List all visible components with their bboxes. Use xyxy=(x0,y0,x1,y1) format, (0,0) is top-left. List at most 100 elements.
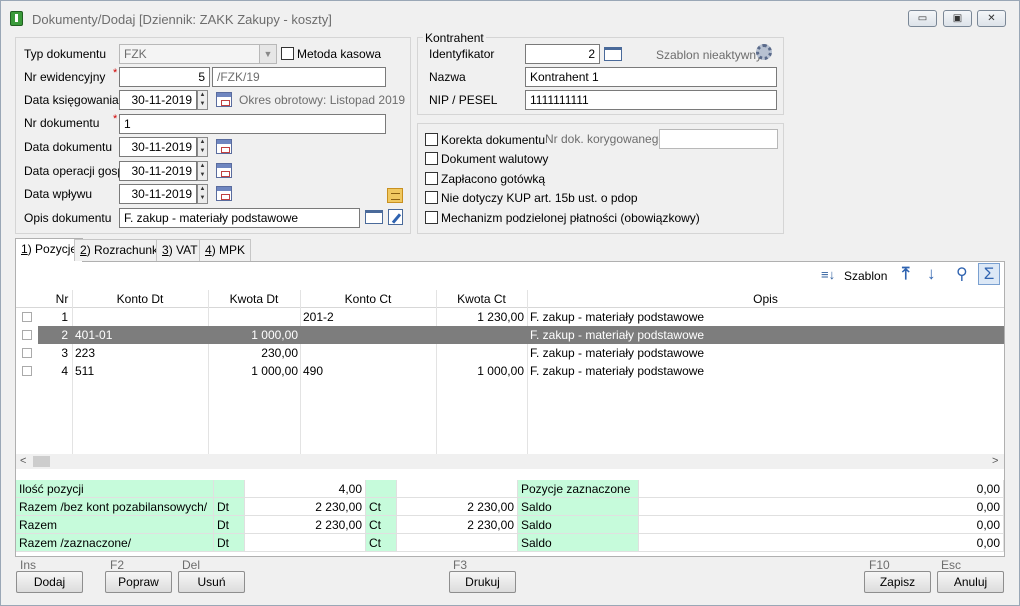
folder-icon[interactable] xyxy=(604,47,622,61)
data-operacji-label: Data operacji gosp. xyxy=(24,164,128,178)
data-ksiegowania-input[interactable]: 30-11-2019 xyxy=(119,90,197,110)
kup-checkbox[interactable] xyxy=(425,191,438,204)
tab-label: ) VAT xyxy=(168,243,198,257)
summary-ct: Ct xyxy=(366,498,397,516)
summary-value2: 0,00 xyxy=(639,480,1004,498)
gotowka-checkbox[interactable] xyxy=(425,172,438,185)
pozycje-grid: Nr Konto Dt Kwota Dt Konto Ct Kwota Ct O… xyxy=(16,290,1004,454)
summary-ct: Ct xyxy=(366,516,397,534)
row-checkbox[interactable] xyxy=(22,348,32,358)
data-dokumentu-spinner[interactable]: ▲ ▼ xyxy=(197,137,208,157)
korekta-checkbox[interactable] xyxy=(425,133,438,146)
horizontal-scrollbar[interactable]: < > xyxy=(16,454,1004,469)
hotkey-del: Del xyxy=(182,558,201,572)
data-dokumentu-input[interactable]: 30-11-2019 xyxy=(119,137,197,157)
popraw-button[interactable]: Popraw xyxy=(105,571,172,593)
list-icon[interactable]: ≡↓ xyxy=(821,267,835,282)
summary-dt-value: 4,00 xyxy=(245,480,366,498)
nr-ewidencyjny-input[interactable]: 5 xyxy=(119,67,210,87)
summary-label: Razem xyxy=(16,516,214,534)
restore-button[interactable]: ▣ xyxy=(943,10,972,27)
scroll-left-icon[interactable]: < xyxy=(20,454,26,469)
calendar-icon[interactable] xyxy=(216,92,232,107)
row-cells: 3 223 230,00 F. zakup - materiały podsta… xyxy=(38,344,1004,362)
window-title: Dokumenty/Dodaj [Dziennik: ZAKK Zakupy -… xyxy=(32,12,332,27)
drukuj-button[interactable]: Drukuj xyxy=(449,571,516,593)
table-row[interactable]: 3 223 230,00 F. zakup - materiały podsta… xyxy=(16,344,1004,362)
summary-label: Razem /bez kont pozabilansowych/ xyxy=(16,498,214,516)
summary-row: Razem /bez kont pozabilansowych/ Dt 2 23… xyxy=(16,498,1004,516)
opis-dokumentu-input[interactable]: F. zakup - materiały podstawowe xyxy=(119,208,360,228)
identyfikator-input[interactable]: 2 xyxy=(525,44,600,64)
row-checkbox[interactable] xyxy=(22,330,32,340)
data-wplywu-label: Data wpływu xyxy=(24,187,93,201)
szablon-button[interactable]: Szablon xyxy=(844,269,887,283)
col-opis[interactable]: Opis xyxy=(527,292,1004,306)
anuluj-button[interactable]: Anuluj xyxy=(937,571,1004,593)
data-ksiegowania-spinner[interactable]: ▲ ▼ xyxy=(197,90,208,110)
summary-row: Razem Dt 2 230,00 Ct 2 230,00 Saldo 0,00 xyxy=(16,516,1004,534)
mpp-checkbox[interactable] xyxy=(425,211,438,224)
tab-rozrachunki[interactable]: 2) Rozrachunki xyxy=(74,239,167,261)
col-kwota-ct[interactable]: Kwota Ct xyxy=(436,292,527,306)
tab-pozycje[interactable]: 1) Pozycje xyxy=(15,238,84,262)
summary-ct xyxy=(366,480,397,498)
chevron-down-icon[interactable]: ▼ xyxy=(259,44,277,64)
gear-icon[interactable] xyxy=(756,44,772,60)
row-checkbox[interactable] xyxy=(22,366,32,376)
tab-mpk[interactable]: 4) MPK xyxy=(199,239,252,261)
scroll-thumb[interactable] xyxy=(33,456,50,467)
scroll-right-icon[interactable]: > xyxy=(992,454,998,469)
nip-pesel-input[interactable]: 1111111111 xyxy=(525,90,777,110)
row-cells: 1 201-2 1 230,00 F. zakup - materiały po… xyxy=(38,308,1004,326)
summary-label2: Saldo xyxy=(518,534,639,552)
summary-dt xyxy=(214,480,245,498)
typ-dokumentu-combo[interactable]: FZK xyxy=(119,44,261,64)
nr-dokumentu-input[interactable]: 1 xyxy=(119,114,386,134)
folder-icon[interactable] xyxy=(365,210,383,224)
dodaj-button[interactable]: Dodaj xyxy=(16,571,83,593)
calendar-icon[interactable] xyxy=(216,163,232,178)
search-icon[interactable]: ⚲ xyxy=(956,264,968,284)
col-kwota-dt[interactable]: Kwota Dt xyxy=(208,292,300,306)
nr-dokumentu-label: Nr dokumentu xyxy=(24,116,100,130)
data-operacji-spinner[interactable]: ▲ ▼ xyxy=(197,161,208,181)
move-down-icon[interactable]: ↓ xyxy=(927,264,936,284)
nr-ewidencyjny-suffix: /FZK/19 xyxy=(212,67,386,87)
data-wplywu-spinner[interactable]: ▲ ▼ xyxy=(197,184,208,204)
col-konto-dt[interactable]: Konto Dt xyxy=(72,292,208,306)
table-row[interactable]: 4 511 1 000,00 490 1 000,00 F. zakup - m… xyxy=(16,362,1004,380)
walutowy-checkbox[interactable] xyxy=(425,152,438,165)
hotkey-ins: Ins xyxy=(20,558,37,572)
nazwa-input[interactable]: Kontrahent 1 xyxy=(525,67,777,87)
tab-label: ) MPK xyxy=(211,243,246,257)
nr-korygowanego-input[interactable] xyxy=(659,129,778,149)
tab-hotkey: 2 xyxy=(80,243,87,257)
table-row[interactable]: 1 201-2 1 230,00 F. zakup - materiały po… xyxy=(16,308,1004,326)
close-button[interactable]: ✕ xyxy=(977,10,1006,27)
cell-nr: 3 xyxy=(61,346,68,360)
usun-button[interactable]: Usuń xyxy=(178,571,245,593)
metoda-kasowa-checkbox[interactable] xyxy=(281,47,294,60)
sum-icon[interactable]: Σ xyxy=(978,263,1000,285)
tab-vat[interactable]: 3) VAT xyxy=(156,239,204,261)
opis-dokumentu-label: Opis dokumentu xyxy=(24,211,112,225)
row-checkbox[interactable] xyxy=(22,312,32,322)
cell-opis: F. zakup - materiały podstawowe xyxy=(530,364,705,378)
gotowka-label: Zapłacono gotówką xyxy=(441,172,546,186)
col-konto-ct[interactable]: Konto Ct xyxy=(300,292,436,306)
table-row-selected[interactable]: 2 401-01 1 000,00 F. zakup - materiały p… xyxy=(16,326,1004,344)
cell-opis: F. zakup - materiały podstawowe xyxy=(530,346,705,360)
calendar-icon[interactable] xyxy=(216,186,232,201)
hotkey-f3: F3 xyxy=(453,558,468,572)
summary-label2: Saldo xyxy=(518,498,639,516)
data-wplywu-input[interactable]: 30-11-2019 xyxy=(119,184,197,204)
minimize-button[interactable]: ▭ xyxy=(908,10,937,27)
zapisz-button[interactable]: Zapisz xyxy=(864,571,931,593)
edit-icon[interactable] xyxy=(388,209,403,225)
document-window: Dokumenty/Dodaj [Dziennik: ZAKK Zakupy -… xyxy=(0,0,1020,606)
data-operacji-input[interactable]: 30-11-2019 xyxy=(119,161,197,181)
notes-icon[interactable] xyxy=(387,188,403,203)
calendar-icon[interactable] xyxy=(216,139,232,154)
move-top-icon[interactable]: ⤒ xyxy=(902,264,910,284)
